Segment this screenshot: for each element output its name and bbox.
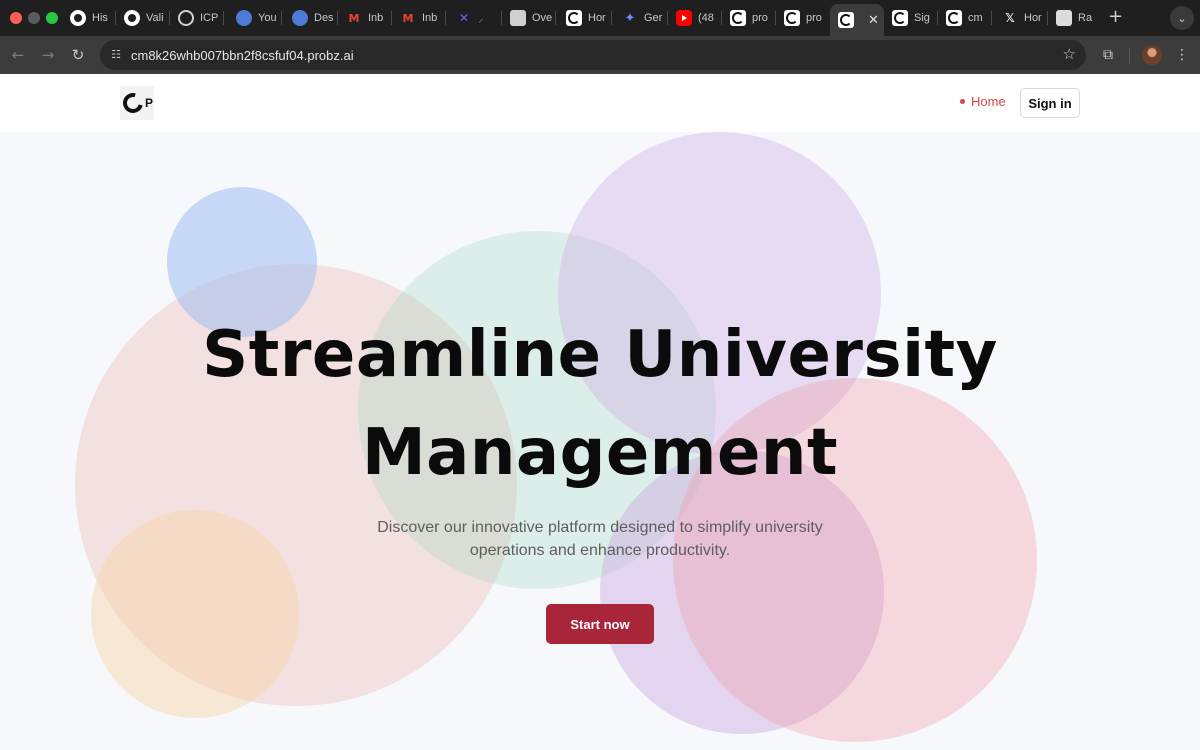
tab-title: cm [968,12,983,24]
browser-tab[interactable]: pro [722,4,776,32]
tab-title: Ra [1078,12,1093,24]
tab-title: pro [752,12,768,24]
browser-toolbar: ← → ↻ ☷ cm8k26whb007bbn2f8csfuf04.probz.… [0,36,1200,74]
browser-tab[interactable]: 𝕏 Hor [994,4,1048,32]
site-navbar: P Home Sign in [0,74,1200,132]
tab-divider [223,11,224,25]
raw-icon [1056,10,1072,26]
tab-title: Sig [914,12,930,24]
gemini-icon: ✦ [624,10,636,26]
browser-tab[interactable]: ✦ Ger [614,4,668,32]
probz-icon [730,10,746,26]
browser-tab[interactable]: Hor [558,4,612,32]
hero-headline: Streamline University Management [0,306,1200,502]
site-logo[interactable]: P [119,86,154,120]
tab-divider [445,11,446,25]
tab-title: ⸝ [478,12,484,25]
hero-section: Streamline University Management Discove… [0,132,1200,750]
nav-link-home[interactable]: Home [960,94,1006,109]
logo-letter: P [145,96,154,110]
hero-subtext-line2: operations and enhance productivity. [469,542,731,559]
hero-headline-line2: Management [361,416,839,490]
browser-tab[interactable]: Sig [884,4,938,32]
browser-tab[interactable]: cm [938,4,992,32]
profile-avatar[interactable] [1142,45,1162,65]
hero-subtext-line1: Discover our innovative platform designe… [377,519,823,536]
close-tab-icon[interactable]: ✕ [868,13,879,28]
reload-icon[interactable]: ↻ [68,45,88,65]
nav-home-label: Home [971,94,1006,109]
tab-divider [611,11,612,25]
bookmark-star-icon[interactable]: ☆ [1063,45,1076,63]
tab-title: Hor [1024,12,1042,24]
browser-tab-active[interactable]: ✕ [830,4,884,36]
browser-tab[interactable]: You [228,4,282,32]
sign-in-button[interactable]: Sign in [1020,88,1080,118]
toolbar-divider [1129,48,1130,64]
tab-search-button[interactable]: ⌄ [1170,6,1194,30]
background-blob [91,510,299,718]
gmail-icon: M [402,11,414,25]
more-menu-icon[interactable]: ⋮ [1174,45,1190,65]
browser-tab[interactable]: M Inb [338,4,392,32]
probz-icon [566,10,582,26]
github-icon [124,10,140,26]
address-bar[interactable]: ☷ cm8k26whb007bbn2f8csfuf04.probz.ai ☆ [100,40,1086,70]
tab-divider [555,11,556,25]
extensions-icon[interactable]: ⧉ [1098,45,1118,65]
url-text[interactable]: cm8k26whb007bbn2f8csfuf04.probz.ai [131,48,354,63]
maximize-window-button[interactable] [46,12,58,24]
x-logo-icon: 𝕏 [1005,11,1015,25]
tab-divider [991,11,992,25]
tab-title: ICP [200,12,219,24]
browser-tab[interactable]: Ra [1048,4,1102,32]
probz-icon [838,12,854,28]
browser-tab[interactable]: Ove [502,4,556,32]
browser-tab[interactable]: Vali [116,4,170,32]
tab-title: You [258,12,277,24]
openai-icon [178,10,194,26]
browser-tab[interactable]: Des [284,4,338,32]
tab-title: pro [806,12,822,24]
probz-blue-icon [236,10,252,26]
probz-blue-icon [292,10,308,26]
tab-title: Hor [588,12,606,24]
tab-title: Inb [368,12,384,24]
tab-title: His [92,12,108,24]
forward-arrow-icon[interactable]: → [38,45,58,65]
tab-divider [281,11,282,25]
x-purple-icon: ✕ [458,11,470,25]
browser-tab[interactable]: M Inb [392,4,446,32]
github-icon [70,10,86,26]
close-window-button[interactable] [10,12,22,24]
tab-title: Vali [146,12,164,24]
active-dot-icon [960,99,965,104]
browser-tab[interactable]: (48 [668,4,722,32]
browser-tab-strip: His Vali ICP You Des M Inb M Inb ✕ ⸝ Ove [0,0,1200,36]
web-page: P Home Sign in Streamline University Man… [0,74,1200,750]
hero-subtext: Discover our innovative platform designe… [350,516,850,562]
back-arrow-icon[interactable]: ← [8,45,28,65]
probz-icon [784,10,800,26]
tab-title: Inb [422,12,438,24]
browser-tab[interactable]: pro [776,4,830,32]
tab-title: Ger [644,12,663,24]
car-icon [510,10,526,26]
new-tab-button[interactable]: + [1108,7,1123,27]
tab-title: Ove [532,12,553,24]
site-info-icon[interactable]: ☷ [108,47,124,63]
gmail-icon: M [348,11,360,25]
minimize-window-button[interactable] [28,12,40,24]
browser-tab[interactable]: His [62,4,116,32]
logo-mark-icon [119,89,147,117]
probz-icon [892,10,908,26]
probz-icon [946,10,962,26]
start-now-button[interactable]: Start now [546,604,654,644]
browser-tab[interactable]: ✕ ⸝ [448,4,502,32]
tab-title: (48 [698,12,714,24]
browser-tab[interactable]: ICP [170,4,224,32]
tab-title: Des [314,12,334,24]
youtube-icon [676,10,692,26]
hero-headline-line1: Streamline University [202,318,998,392]
